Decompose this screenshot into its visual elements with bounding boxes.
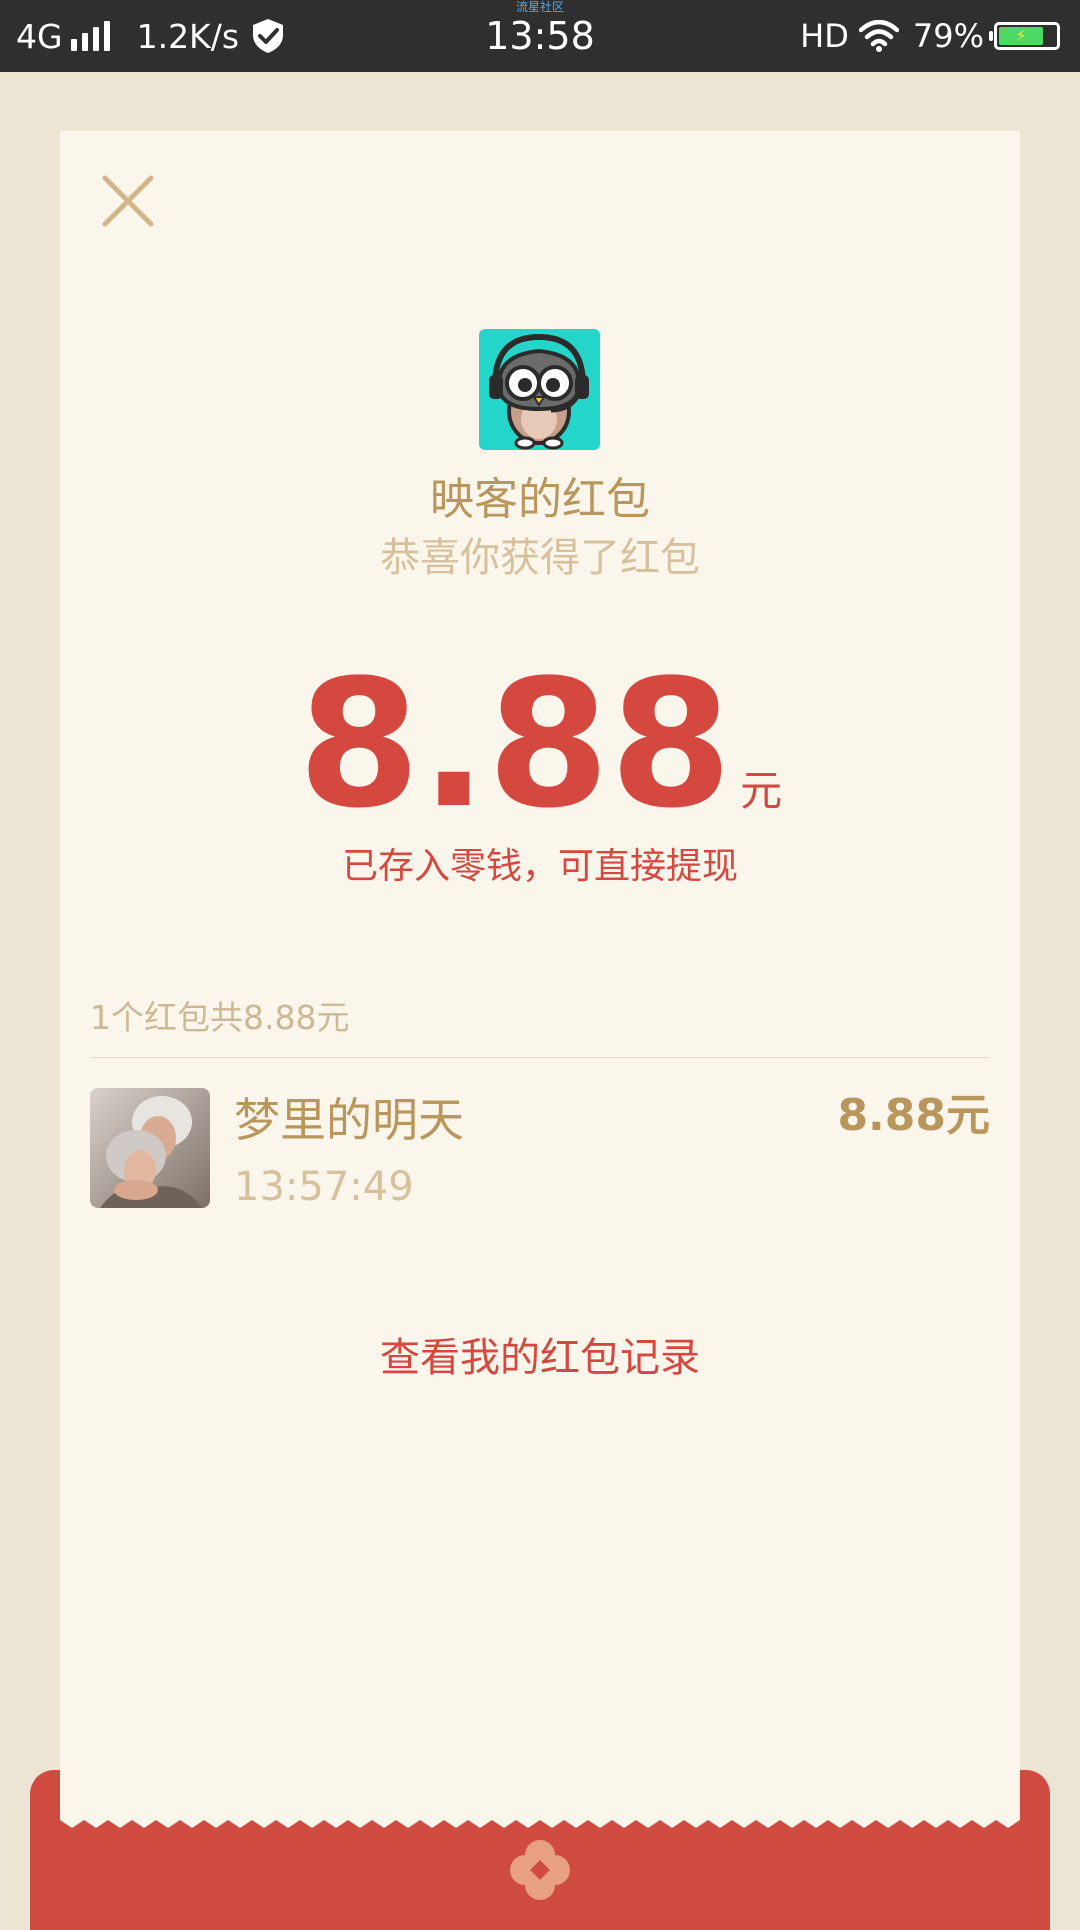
status-bar: 流星社区 4G 1.2K/s 13:58 HD 79% ⚡ (0, 0, 1080, 72)
envelope-emblem-icon (510, 1840, 570, 1900)
view-history-link[interactable]: 查看我的红包记录 (60, 1330, 1020, 1386)
status-right: HD 79% ⚡ (800, 14, 1060, 58)
close-icon[interactable] (101, 174, 155, 228)
hd-label: HD (800, 17, 849, 55)
battery-icon: ⚡ (989, 22, 1060, 50)
battery-percent: 79% (912, 17, 984, 55)
owl-headphones-icon (479, 329, 600, 450)
divider (90, 1057, 990, 1058)
packet-summary: 1个红包共8.88元 (90, 998, 350, 1037)
wifi-icon (858, 20, 899, 52)
amount-value: 8.88 (297, 642, 733, 847)
battery-fill: ⚡ (999, 27, 1044, 45)
packet-greeting: 恭喜你获得了红包 (380, 535, 700, 581)
card-torn-edge (60, 1814, 1020, 1828)
packet-sender-title: 映客的红包 (430, 474, 650, 525)
avatar (90, 1088, 210, 1208)
record-amount: 8.88元 (837, 1090, 990, 1141)
list-item: 梦里的明天 13:57:49 8.88元 (90, 1088, 990, 1210)
amount-unit: 元 (740, 766, 783, 815)
amount-note: 已存入零钱，可直接提现 (341, 846, 738, 887)
received-amount: 8.88 元 (60, 650, 1020, 840)
record-name: 梦里的明天 (234, 1093, 464, 1147)
record-time: 13:57:49 (234, 1164, 414, 1210)
